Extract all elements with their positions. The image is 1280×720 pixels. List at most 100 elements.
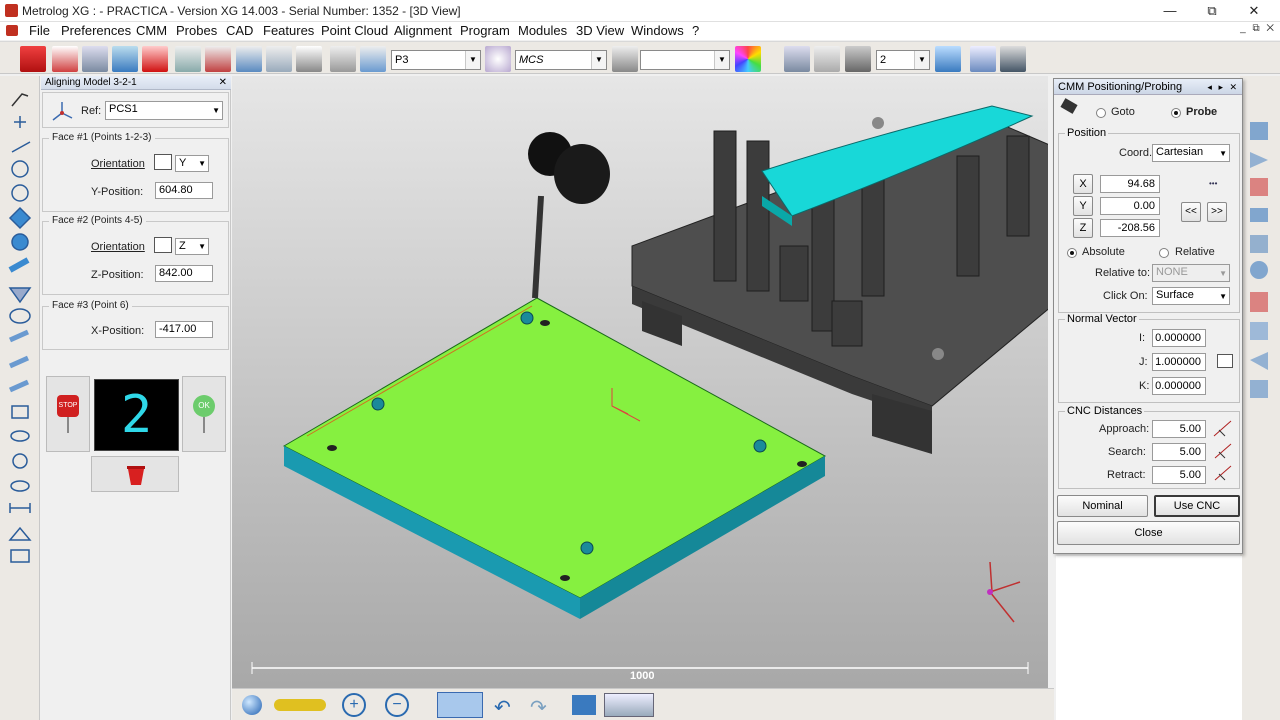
3d-view[interactable]: 1000 <box>232 76 1048 688</box>
menu-file[interactable]: File <box>29 23 50 38</box>
face1-position-input[interactable]: 604.80 <box>155 182 213 199</box>
j-input[interactable]: 1.000000 <box>1152 353 1206 371</box>
k-input[interactable]: 0.000000 <box>1152 377 1206 395</box>
probe-label: Probe <box>1186 106 1218 118</box>
ruler-icon[interactable] <box>274 699 326 711</box>
solid-cube-icon[interactable] <box>845 46 871 72</box>
points-icon[interactable] <box>205 46 231 72</box>
count-combo[interactable]: 2 ▼ <box>876 50 930 70</box>
menu-modules[interactable]: Modules <box>518 23 567 38</box>
menu-cmm[interactable]: CMM <box>136 23 167 38</box>
report-icon[interactable] <box>52 46 78 72</box>
nominal-button[interactable]: Nominal <box>1057 495 1148 517</box>
ok-button[interactable]: OK <box>182 376 226 452</box>
redo-view-icon[interactable]: ↷ <box>530 695 547 720</box>
feature-tools-icons[interactable] <box>0 84 40 584</box>
next-point-button[interactable]: >> <box>1207 202 1227 222</box>
probe-radio[interactable] <box>1171 108 1181 118</box>
zoom-in-icon[interactable]: + <box>342 693 366 717</box>
relative-to-label: Relative to: <box>1095 267 1151 279</box>
retract-input[interactable]: 5.00 <box>1152 466 1206 484</box>
grid-icon[interactable] <box>935 46 961 72</box>
click-on-select[interactable]: Surface ▼ <box>1152 287 1230 305</box>
gear-icon[interactable] <box>485 46 511 72</box>
menu-windows[interactable]: Windows <box>631 23 684 38</box>
normal-direction-icon[interactable] <box>1217 354 1233 368</box>
y-axis-button[interactable]: Y <box>1073 196 1093 216</box>
cube-icon[interactable] <box>814 46 840 72</box>
view-combo[interactable]: ▼ <box>640 50 730 70</box>
goto-label: Goto <box>1111 106 1135 118</box>
x-axis-button[interactable]: X <box>1073 174 1093 194</box>
face2-group: Face #2 (Points 4-5) Orientation Z ▼ Z-P… <box>42 215 229 295</box>
camera-icon[interactable] <box>612 46 638 72</box>
menu-cad[interactable]: CAD <box>226 23 253 38</box>
close-button[interactable]: Close <box>1057 521 1240 545</box>
title-buttons[interactable]: ◂ ▸ ✕ <box>1207 79 1239 95</box>
menu-probes[interactable]: Probes <box>176 23 217 38</box>
scan-path-icon[interactable] <box>175 46 201 72</box>
sphere-icon[interactable] <box>242 695 262 715</box>
probe-head-icon[interactable] <box>112 46 138 72</box>
arrows-icon[interactable] <box>236 46 262 72</box>
menu-alignment[interactable]: Alignment <box>394 23 452 38</box>
x-input[interactable]: 94.68 <box>1100 175 1160 193</box>
face2-position-input[interactable]: 842.00 <box>155 265 213 282</box>
maximize-button[interactable]: ⧉ <box>1190 0 1234 22</box>
undo-view-icon[interactable]: ↶ <box>494 695 511 720</box>
stop-button[interactable]: STOP <box>46 376 90 452</box>
z-axis-button[interactable]: Z <box>1073 218 1093 238</box>
ref-select[interactable]: PCS1 ▼ <box>105 101 223 120</box>
color-map-icon[interactable] <box>735 46 761 72</box>
menu-preferences[interactable]: Preferences <box>61 23 131 38</box>
info-icon[interactable] <box>970 46 996 72</box>
probe-combo[interactable]: P3 ▼ <box>391 50 481 70</box>
layers-icon[interactable] <box>604 693 654 717</box>
export-icon[interactable] <box>1000 46 1026 72</box>
fit-view-icon[interactable] <box>437 692 483 718</box>
probe-tip-icon[interactable] <box>360 46 386 72</box>
more-options-button[interactable]: ••• <box>1209 179 1217 188</box>
wireframe-icon[interactable] <box>784 46 810 72</box>
face1-orientation-select[interactable]: Y ▼ <box>175 155 209 172</box>
coord-select[interactable]: Cartesian ▼ <box>1152 144 1230 162</box>
wk-report-icon[interactable] <box>20 46 46 72</box>
minimize-button[interactable]: — <box>1148 0 1192 22</box>
menu-point-cloud[interactable]: Point Cloud <box>321 23 388 38</box>
right-tools-icons[interactable] <box>1240 120 1280 440</box>
close-window-button[interactable]: ✕ <box>1232 0 1276 22</box>
menu-3d-view[interactable]: 3D View <box>576 23 624 38</box>
goto-radio[interactable] <box>1096 108 1106 118</box>
i-input[interactable]: 0.000000 <box>1152 329 1206 347</box>
approach-input[interactable]: 5.00 <box>1152 420 1206 438</box>
zoom-out-icon[interactable]: − <box>385 693 409 717</box>
menu-program[interactable]: Program <box>460 23 510 38</box>
search-input[interactable]: 5.00 <box>1152 443 1206 461</box>
mdi-window-buttons[interactable]: _ ⧉ ✕ <box>1240 23 1276 34</box>
y-input[interactable]: 0.00 <box>1100 197 1160 215</box>
previous-point-button[interactable]: << <box>1181 202 1201 222</box>
menu-help[interactable]: ? <box>692 23 699 38</box>
probe-pen-icon[interactable] <box>330 46 356 72</box>
frame-combo[interactable]: MCS ▼ <box>515 50 607 70</box>
relative-radio[interactable] <box>1159 248 1169 258</box>
3d-scene[interactable] <box>232 76 1048 688</box>
delete-point-button[interactable] <box>91 456 179 492</box>
flag-icon[interactable] <box>142 46 168 72</box>
settings-icon[interactable] <box>82 46 108 72</box>
use-cnc-button[interactable]: Use CNC <box>1154 495 1240 517</box>
left-toolbar <box>0 76 40 720</box>
views-icon[interactable] <box>572 695 596 715</box>
cnc-distances-legend: CNC Distances <box>1065 405 1145 417</box>
face2-orientation-select[interactable]: Z ▼ <box>175 238 209 255</box>
z-input[interactable]: -208.56 <box>1100 219 1160 237</box>
menu-features[interactable]: Features <box>263 23 314 38</box>
absolute-radio[interactable] <box>1067 248 1077 258</box>
relative-to-select[interactable]: NONE ▼ <box>1152 264 1230 282</box>
measure-icon[interactable] <box>266 46 292 72</box>
page-icon[interactable] <box>296 46 322 72</box>
close-icon[interactable]: ✕ <box>219 76 227 89</box>
right-toolbar <box>1240 76 1280 720</box>
face3-position-input[interactable]: -417.00 <box>155 321 213 338</box>
probe-combo-value: P3 <box>395 54 409 66</box>
